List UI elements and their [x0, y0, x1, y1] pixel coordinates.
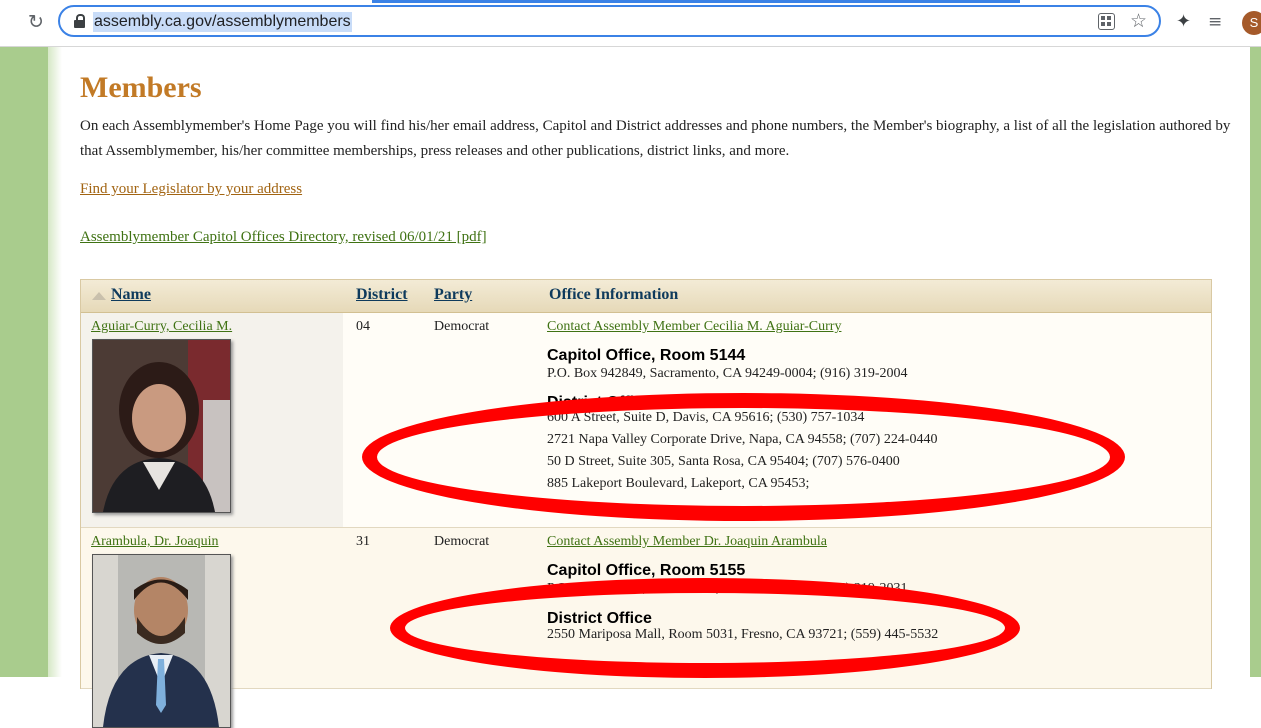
page-side-border-right	[1250, 47, 1261, 677]
bookmark-star-icon[interactable]: ☆	[1130, 9, 1147, 33]
member-name-link[interactable]: Arambula, Dr. Joaquin	[91, 534, 219, 550]
party-cell: Democrat	[434, 534, 490, 549]
party-cell: Democrat	[434, 319, 490, 334]
member-photo[interactable]	[92, 339, 231, 513]
name-cell: Arambula, Dr. Joaquin	[81, 528, 343, 728]
page-title: Members	[80, 71, 202, 104]
reading-list-icon[interactable]: ≡	[1208, 11, 1222, 33]
lock-icon[interactable]	[74, 14, 85, 28]
district-cell: 04	[356, 319, 370, 334]
annotation-ellipse	[390, 578, 1020, 678]
capitol-office-heading: Capitol Office, Room 5144	[547, 347, 746, 364]
active-tab-indicator	[372, 0, 1020, 3]
header-district[interactable]: District	[356, 286, 408, 304]
reload-icon[interactable]: ↻	[22, 8, 50, 36]
page-side-border-left	[0, 47, 62, 677]
contact-member-link[interactable]: Contact Assembly Member Dr. Joaquin Aram…	[547, 534, 827, 550]
intro-paragraph: On each Assemblymember's Home Page you w…	[80, 118, 1231, 159]
member-photo[interactable]	[92, 554, 231, 728]
address-bar[interactable]: assembly.ca.gov/assemblymembers ☆	[58, 5, 1161, 37]
browser-toolbar: ↻ assembly.ca.gov/assemblymembers ☆ ✦ ≡ …	[0, 0, 1261, 47]
offices-directory-link[interactable]: Assemblymember Capitol Offices Directory…	[80, 229, 487, 246]
header-party[interactable]: Party	[434, 286, 472, 304]
header-name[interactable]: Name	[111, 286, 151, 304]
member-name-link[interactable]: Aguiar-Curry, Cecilia M.	[91, 319, 232, 335]
sort-ascending-icon	[92, 292, 106, 300]
header-office-information: Office Information	[549, 286, 679, 303]
find-legislator-link[interactable]: Find your Legislator by your address	[80, 181, 302, 198]
district-cell: 31	[356, 534, 370, 549]
contact-member-link[interactable]: Contact Assembly Member Cecilia M. Aguia…	[547, 319, 841, 335]
profile-avatar[interactable]: S	[1242, 11, 1261, 35]
url-text[interactable]: assembly.ca.gov/assemblymembers	[93, 12, 352, 32]
capitol-office-address: P.O. Box 942849, Sacramento, CA 94249-00…	[547, 366, 908, 381]
table-header: Name District Party Office Information	[81, 280, 1211, 313]
annotation-ellipse	[362, 393, 1125, 521]
qr-code-icon[interactable]	[1098, 13, 1115, 30]
name-cell: Aguiar-Curry, Cecilia M.	[81, 313, 343, 527]
extensions-puzzle-icon[interactable]: ✦	[1176, 11, 1191, 33]
